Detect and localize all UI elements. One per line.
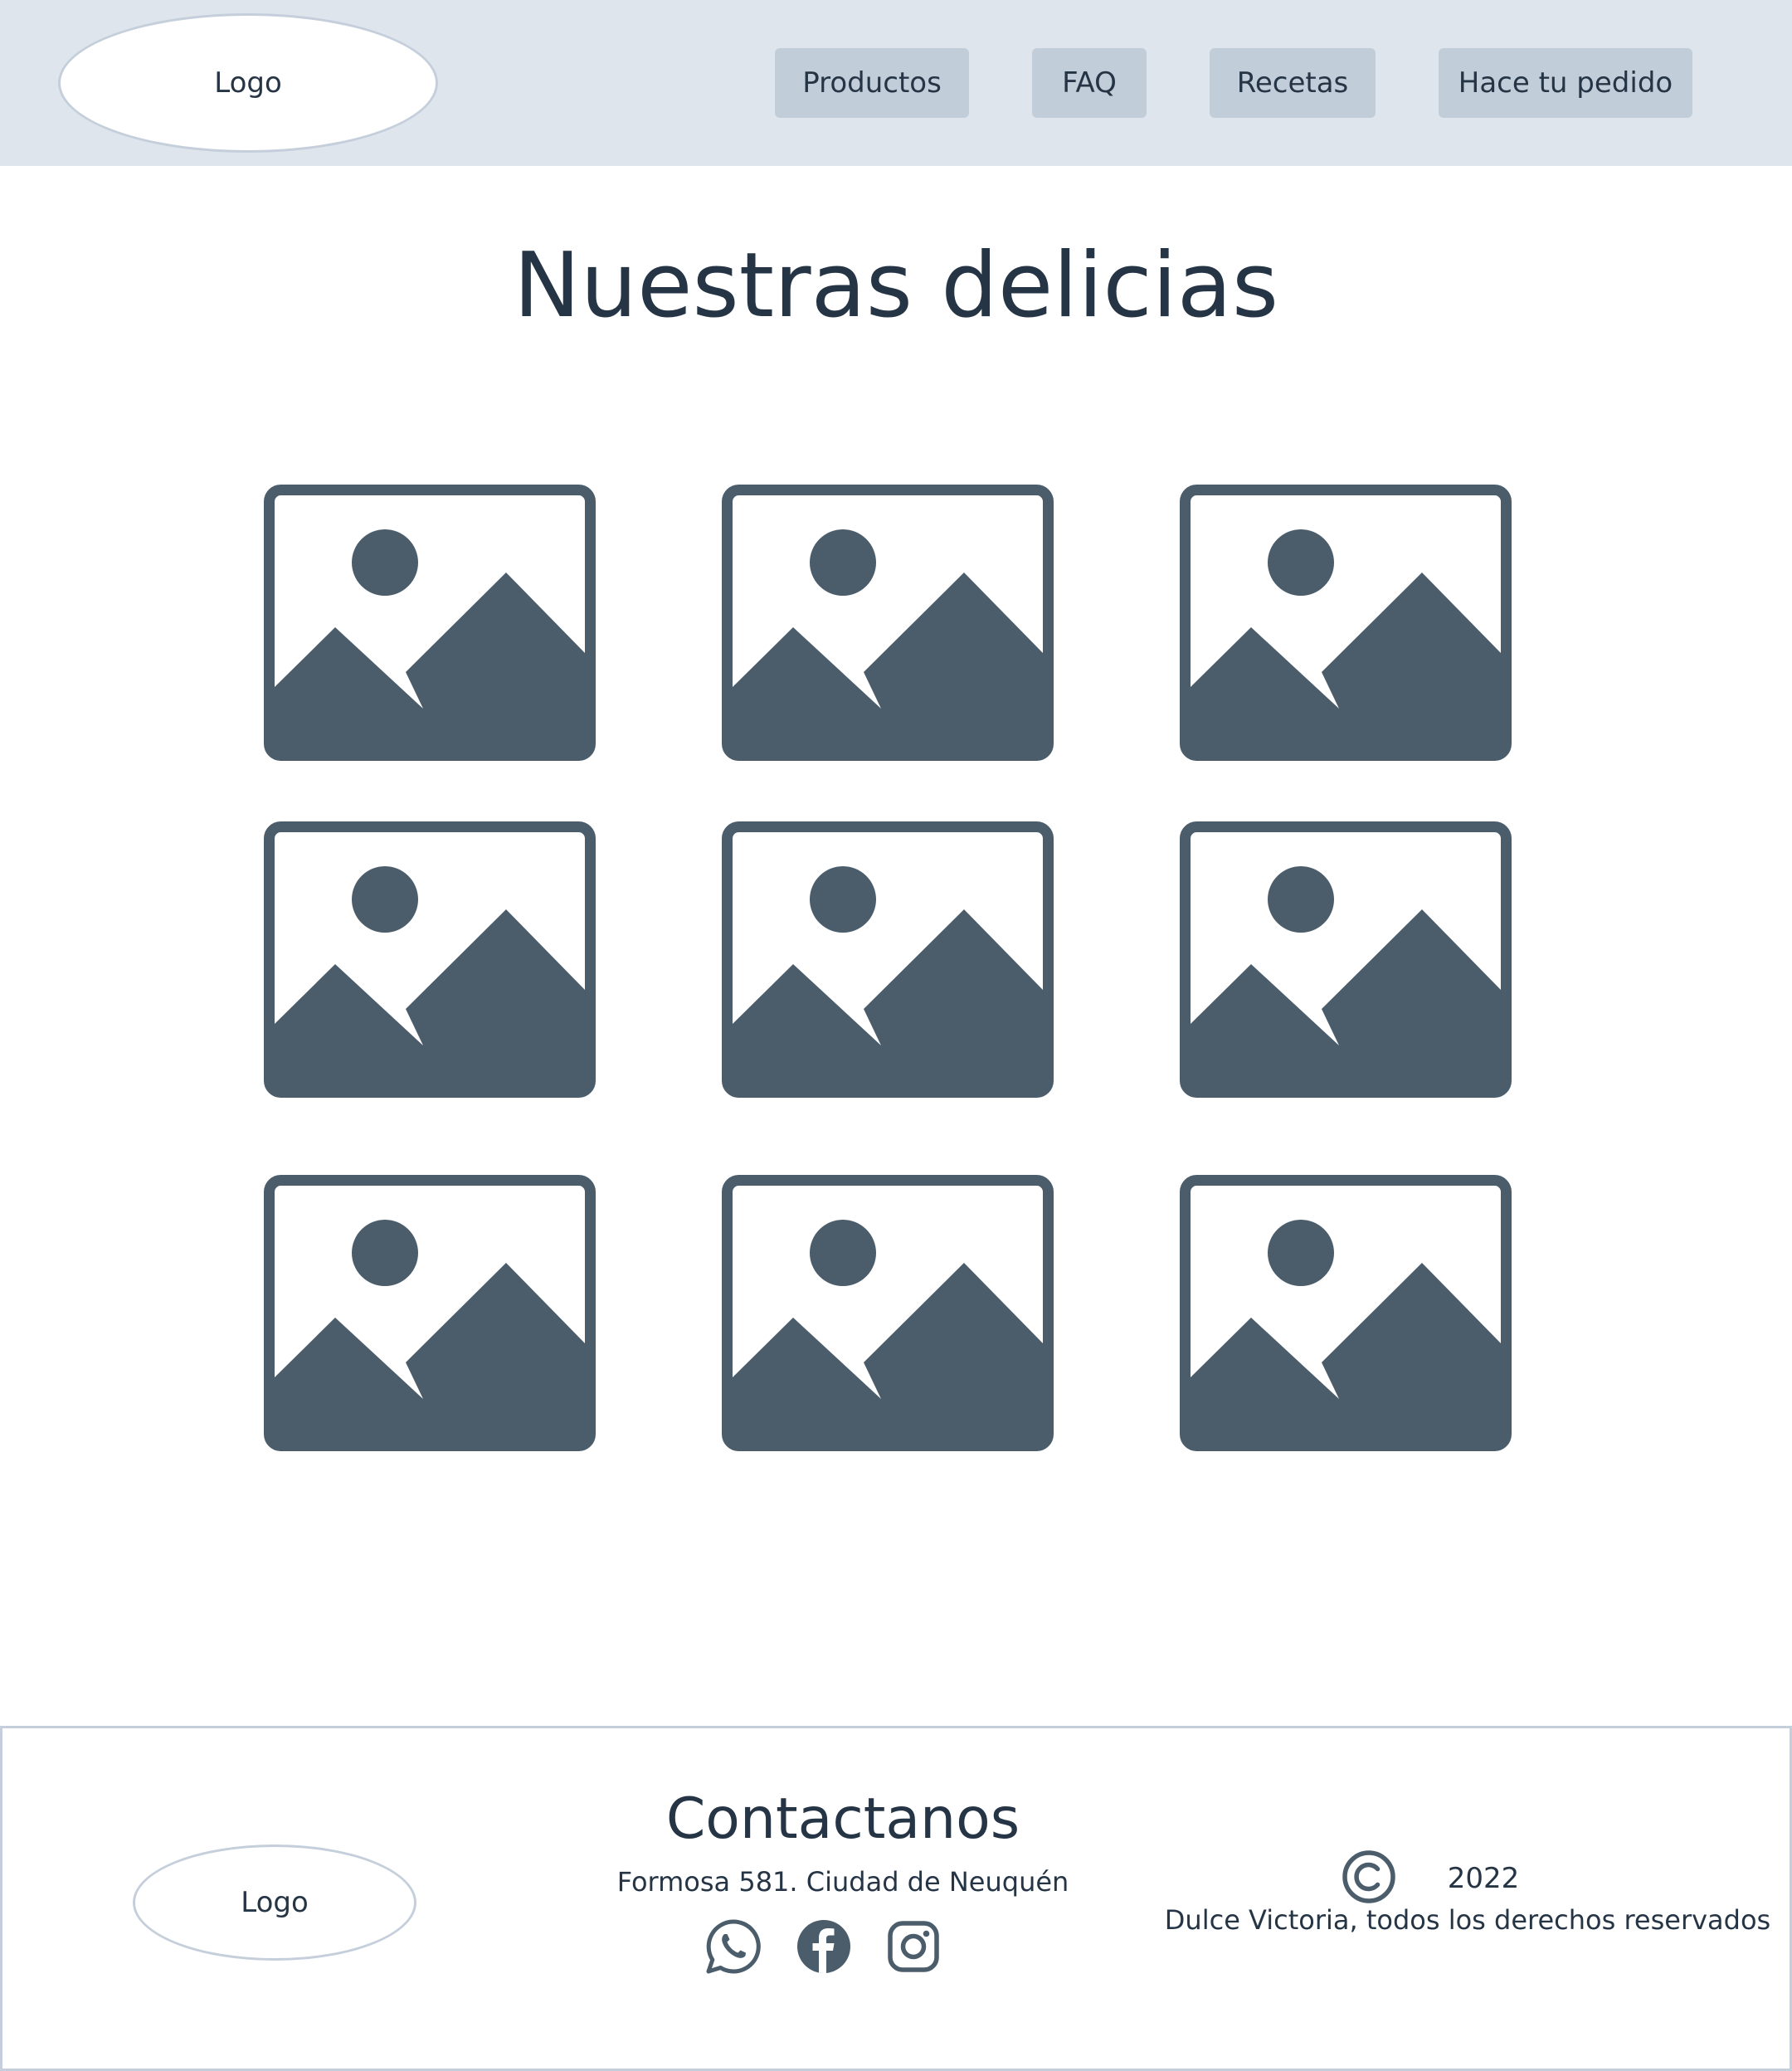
gallery-item[interactable] (1180, 485, 1512, 761)
gallery-item[interactable] (1180, 1175, 1512, 1451)
image-placeholder-icon (722, 821, 1054, 1098)
gallery-item[interactable] (264, 821, 596, 1098)
site-footer: Logo Contactanos Formosa 581. Ciudad de … (0, 1726, 1792, 2071)
gallery-item[interactable] (722, 485, 1054, 761)
copyright-year: 2022 (1447, 1862, 1520, 1895)
nav-button-label: Recetas (1236, 66, 1349, 100)
nav-button-faq[interactable]: FAQ (1032, 48, 1147, 118)
site-header: Logo Productos FAQ Recetas Hace tu pedid… (0, 0, 1792, 166)
footer-logo-text: Logo (241, 1886, 309, 1919)
image-placeholder-icon (1180, 1175, 1512, 1451)
image-placeholder-icon (264, 821, 596, 1098)
copyright-text: Dulce Victoria, todos los derechos reser… (1164, 1904, 1771, 1936)
contact-title: Contactanos (665, 1786, 1020, 1852)
address-text: Formosa 581. Ciudad de Neuquén (616, 1866, 1069, 1898)
image-placeholder-icon (1180, 485, 1512, 761)
header-logo[interactable]: Logo (58, 13, 438, 153)
whatsapp-icon[interactable] (704, 1918, 762, 1976)
facebook-icon[interactable] (795, 1918, 853, 1976)
image-placeholder-icon (264, 485, 596, 761)
gallery-item[interactable] (264, 1175, 596, 1451)
gallery-item[interactable] (1180, 821, 1512, 1098)
instagram-icon[interactable] (884, 1918, 942, 1976)
nav-button-label: FAQ (1062, 66, 1117, 100)
nav-button-label: Hace tu pedido (1458, 66, 1673, 100)
copyright-icon (1340, 1848, 1398, 1906)
image-placeholder-icon (722, 485, 1054, 761)
footer-logo[interactable]: Logo (133, 1844, 416, 1961)
nav-button-hace-tu-pedido[interactable]: Hace tu pedido (1439, 48, 1692, 118)
nav-button-recetas[interactable]: Recetas (1210, 48, 1376, 118)
gallery-item[interactable] (722, 1175, 1054, 1451)
nav-button-label: Productos (802, 66, 942, 100)
gallery-item[interactable] (722, 821, 1054, 1098)
image-placeholder-icon (1180, 821, 1512, 1098)
nav-button-productos[interactable]: Productos (775, 48, 969, 118)
header-logo-text: Logo (214, 66, 282, 100)
image-placeholder-icon (264, 1175, 596, 1451)
image-placeholder-icon (722, 1175, 1054, 1451)
page-title: Nuestras delicias (513, 234, 1279, 338)
gallery-item[interactable] (264, 485, 596, 761)
